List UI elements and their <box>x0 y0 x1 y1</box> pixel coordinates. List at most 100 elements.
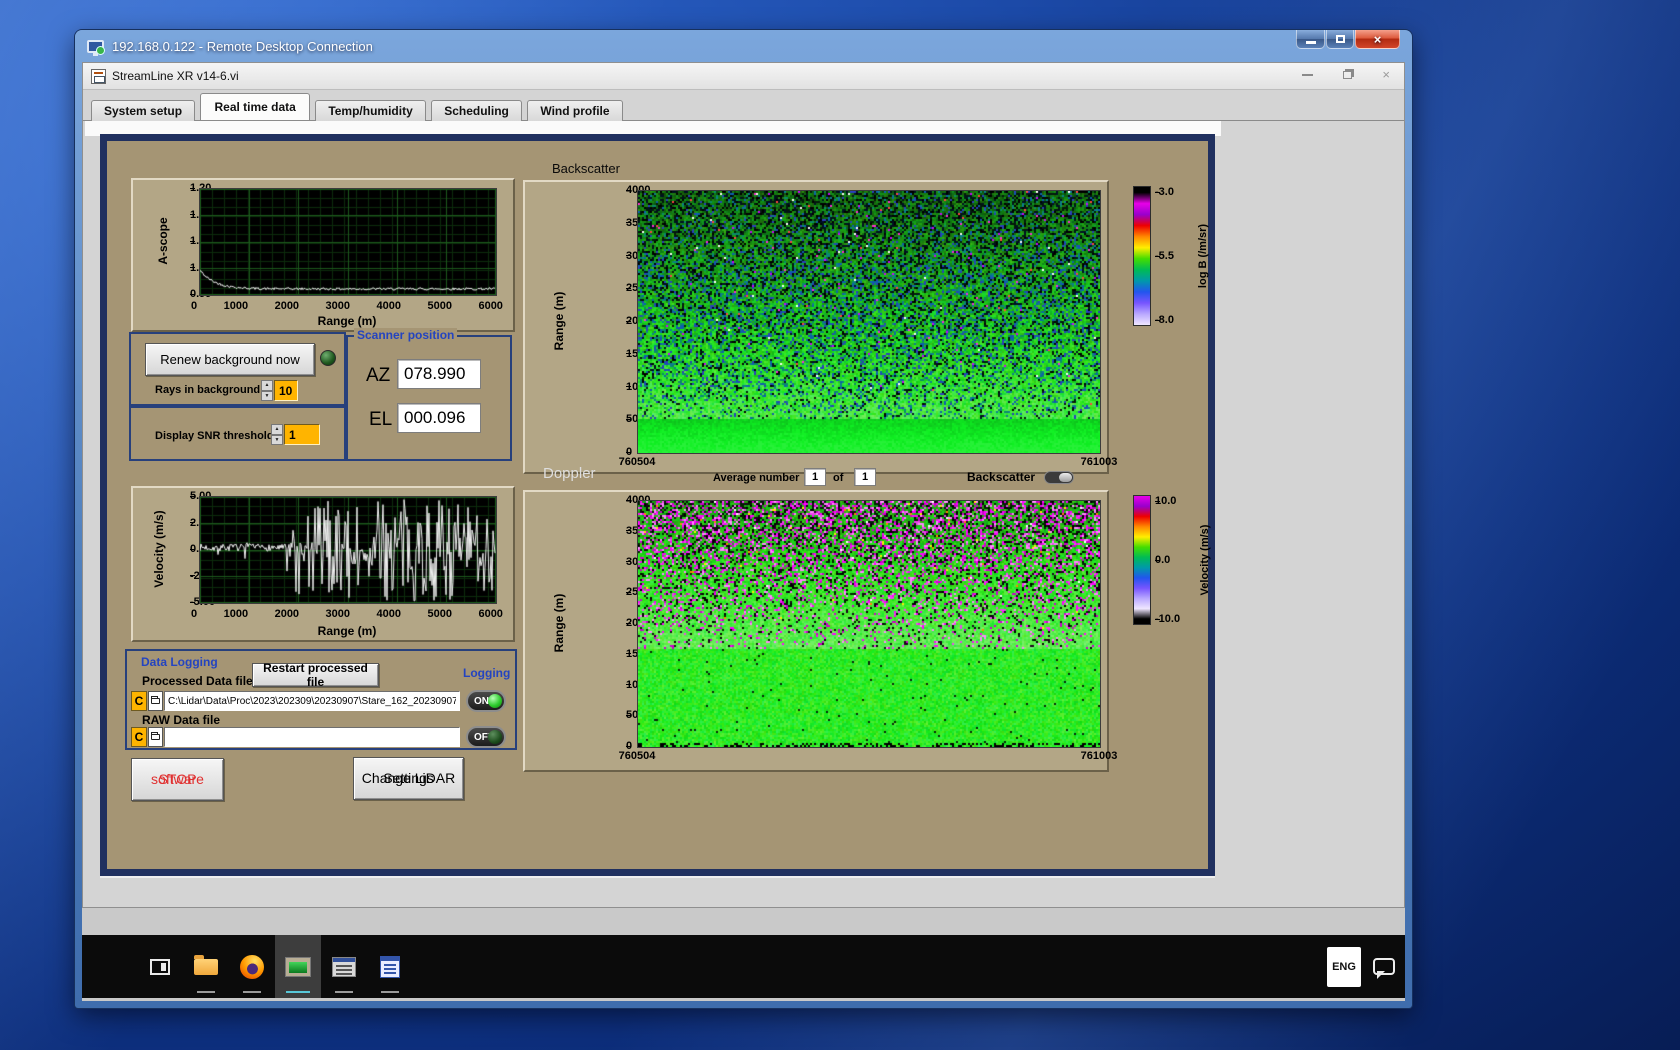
rdp-computer-icon <box>87 39 105 56</box>
backscatter-colorbar-label: log B (/m/sr) <box>1197 223 1209 289</box>
tab-temp-humidity[interactable]: Temp/humidity <box>315 100 426 122</box>
backscatter-x-tick-left: 760504 <box>618 456 656 468</box>
app-minimize-button[interactable] <box>1302 73 1314 76</box>
backscatter-colorbar-ticks: -3.0 -5.5 -8.0 <box>1155 186 1174 326</box>
renew-background-button[interactable]: Renew background now <box>145 343 315 376</box>
maximize-icon <box>1335 35 1345 43</box>
doppler-colorbar <box>1133 495 1151 625</box>
ascope-y-ticks: 1.20 1.15 1.10 1.05 0.99 <box>151 182 211 300</box>
vi-icon <box>91 68 106 84</box>
average-number-field[interactable]: 1 <box>804 468 826 486</box>
velocity-plot-area <box>199 496 497 604</box>
rays-spinner[interactable]: ▲ ▼ <box>261 380 273 401</box>
doppler-colorbar-label: Velocity (m/s) <box>1199 524 1211 596</box>
tab-system-setup[interactable]: System setup <box>91 100 196 122</box>
firefox-icon <box>240 954 264 979</box>
language-indicator[interactable]: ENG <box>1327 946 1361 987</box>
average-number-label: Average number <box>713 472 800 484</box>
doppler-colorbar-ticks: 10.0 0.0 -10.0 <box>1155 495 1181 625</box>
el-label: EL <box>369 409 393 430</box>
tab-bar: System setup Real time data Temp/humidit… <box>83 91 1404 122</box>
backscatter-heatmap-canvas <box>638 191 1100 453</box>
desktop: 192.168.0.122 - Remote Desktop Connectio… <box>0 0 1680 1050</box>
vi-document-button[interactable] <box>367 935 413 998</box>
raw-drive-box[interactable]: C <box>131 727 147 747</box>
raw-data-file-label: RAW Data file <box>142 713 221 727</box>
stop-software-button[interactable]: STOP software <box>131 758 224 801</box>
background-controls-group: Renew background now Rays in background … <box>129 332 346 406</box>
velocity-x-ticks: 0 1000 2000 3000 4000 5000 6000 <box>191 608 503 620</box>
data-logging-title: Data Logging <box>141 655 218 669</box>
rdp-maximize-button[interactable] <box>1326 30 1354 49</box>
backscatter-title: Backscatter <box>552 161 620 176</box>
velocity-y-ticks: 5.00 2.50 0.00 -2.50 -5.00 <box>145 490 215 608</box>
doppler-heatmap-canvas <box>638 501 1100 747</box>
open-app-indicator <box>335 991 353 993</box>
backscatter-heatmap-area <box>637 190 1101 454</box>
file-explorer-button[interactable] <box>183 935 229 998</box>
tab-scheduling[interactable]: Scheduling <box>431 100 522 122</box>
data-logging-group: Data Logging Processed Data file Restart… <box>125 649 517 750</box>
az-value: 078.990 <box>397 359 481 389</box>
streamline-app-window: StreamLine XR v14-6.vi × System setup Re… <box>82 62 1405 908</box>
firefox-button[interactable] <box>229 935 275 998</box>
processed-logging-toggle[interactable]: ON <box>466 690 506 712</box>
raw-browse-button[interactable] <box>148 727 163 747</box>
snr-value-field[interactable]: 1 <box>284 424 320 445</box>
task-view-icon <box>150 958 170 975</box>
processed-path-input[interactable] <box>164 691 460 711</box>
doppler-y-ticks: 4000 3500 3000 2500 2000 1500 1000 500 0 <box>589 494 650 752</box>
task-view-button[interactable] <box>137 935 183 998</box>
processed-data-file-label: Processed Data file <box>142 674 253 688</box>
doppler-plot-frame: Range (m) 4000 3500 3000 2500 2000 1500 … <box>523 490 1117 772</box>
backscatter-toggle-label: Backscatter <box>967 470 1036 484</box>
velocity-chart-canvas <box>200 497 496 603</box>
rdp-titlebar[interactable]: 192.168.0.122 - Remote Desktop Connectio… <box>75 30 1412 62</box>
processed-drive-box[interactable]: C <box>131 691 147 711</box>
tab-real-time-data[interactable]: Real time data <box>200 93 310 120</box>
streamline-app-icon <box>285 956 311 977</box>
ascope-chart-canvas <box>200 189 496 295</box>
app-restore-button[interactable] <box>1343 70 1353 79</box>
ascope-plot-frame: A-scope 1.20 1.15 1.10 1.05 0.99 010 <box>131 178 515 332</box>
minimize-icon <box>1305 40 1316 44</box>
backscatter-plot-frame: Range (m) 4000 3500 3000 2500 2000 1500 … <box>523 180 1117 474</box>
app-titlebar[interactable]: StreamLine XR v14-6.vi × <box>83 63 1404 90</box>
renew-background-led <box>320 350 336 366</box>
rdp-minimize-button[interactable] <box>1296 30 1325 49</box>
on-lamp-icon <box>488 694 502 708</box>
ascope-x-axis-label: Range (m) <box>317 314 377 328</box>
streamline-app-button[interactable] <box>275 935 321 998</box>
notification-chat-icon[interactable] <box>1373 958 1395 979</box>
raw-path-input[interactable] <box>164 727 460 747</box>
doppler-heatmap-area <box>637 500 1101 748</box>
doppler-title: Doppler <box>543 465 596 482</box>
rdp-window-title: 192.168.0.122 - Remote Desktop Connectio… <box>112 38 373 54</box>
remote-session: StreamLine XR v14-6.vi × System setup Re… <box>82 62 1405 1001</box>
ascope-x-ticks: 0 1000 2000 3000 4000 5000 6000 <box>191 300 503 312</box>
folder-icon <box>151 732 160 740</box>
stop-label-line2: software <box>151 770 204 787</box>
of-label: of <box>833 472 844 484</box>
snr-threshold-group: Display SNR threshold ▲ ▼ 1 <box>129 406 346 461</box>
snr-spinner[interactable]: ▲ ▼ <box>271 424 283 445</box>
restart-processed-file-button[interactable]: Restart processed file <box>252 661 379 689</box>
average-total-field[interactable]: 1 <box>854 468 876 486</box>
app-close-button[interactable]: × <box>1382 68 1390 81</box>
rdp-close-button[interactable]: × <box>1355 30 1400 49</box>
open-app-indicator <box>243 991 261 993</box>
folder-icon <box>194 954 218 975</box>
tab-wind-profile[interactable]: Wind profile <box>527 100 623 122</box>
backscatter-y-ticks: 4000 3500 3000 2500 2000 1500 1000 500 0 <box>589 184 650 458</box>
scan-scheduler-icon <box>332 956 356 977</box>
folder-icon <box>151 696 160 704</box>
change-lidar-settings-button[interactable]: Change LiDAR Settings <box>353 757 464 800</box>
scanner-position-title: Scanner position <box>354 328 458 342</box>
open-app-indicator <box>197 991 215 993</box>
backscatter-x-tick-right: 761003 <box>1080 456 1118 468</box>
scan-scheduler-button[interactable] <box>321 935 367 998</box>
backscatter-display-switch[interactable] <box>1044 471 1074 484</box>
processed-browse-button[interactable] <box>148 691 163 711</box>
raw-logging-toggle[interactable]: OFF <box>466 726 506 748</box>
rays-value-field[interactable]: 10 <box>274 380 298 401</box>
